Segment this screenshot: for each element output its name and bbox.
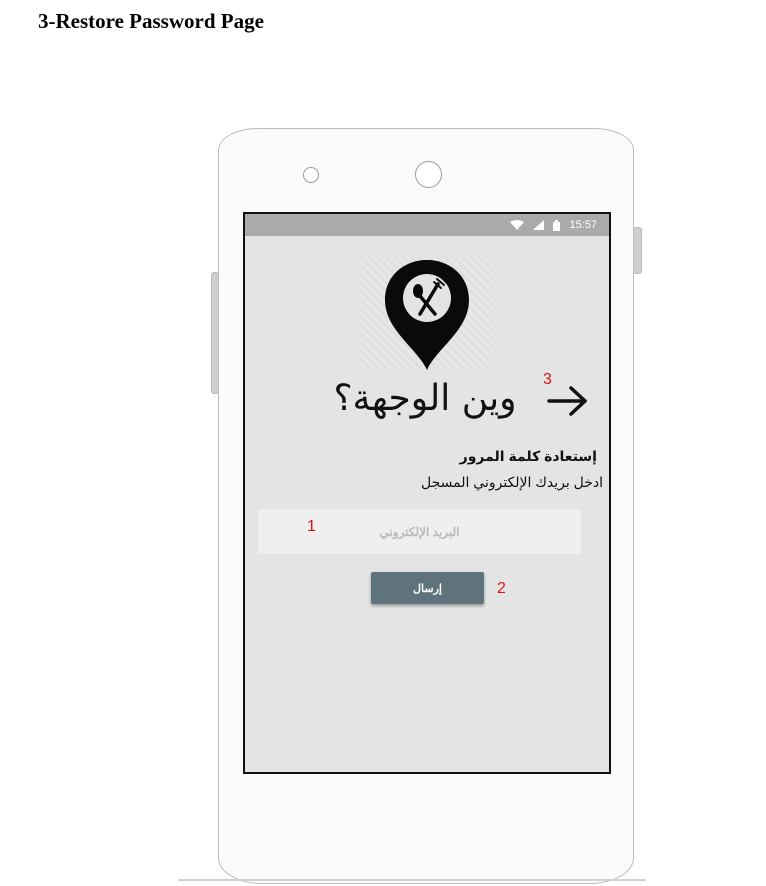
app-title: وين الوجهة؟: [333, 378, 517, 419]
send-button[interactable]: إرسال: [371, 572, 484, 604]
status-time: 15:57: [569, 219, 597, 231]
signal-icon: [533, 220, 545, 230]
app-logo: [361, 258, 493, 370]
phone-screen: 15:57 وين الوجهة؟ إستعادة كلمة المرور اد…: [243, 212, 611, 774]
battery-icon: [553, 219, 561, 231]
phone-base-line: [178, 879, 646, 881]
status-bar: 15:57: [245, 214, 609, 236]
callout-submit: 2: [497, 580, 506, 597]
phone-camera: [415, 161, 442, 188]
map-pin-fork-spoon-icon: [385, 260, 469, 370]
callout-email: 1: [307, 518, 316, 535]
phone-sensor: [303, 167, 319, 183]
section-title: إستعادة كلمة المرور: [459, 448, 597, 464]
arrow-right-icon: [547, 386, 587, 416]
wifi-icon: [510, 220, 525, 230]
phone-power-button: [633, 227, 642, 274]
instruction-text: ادخل بريدك الإلكتروني المسجل: [421, 474, 603, 490]
callout-back: 3: [543, 371, 552, 388]
page-heading: 3-Restore Password Page: [38, 9, 264, 33]
back-button[interactable]: [545, 384, 591, 418]
